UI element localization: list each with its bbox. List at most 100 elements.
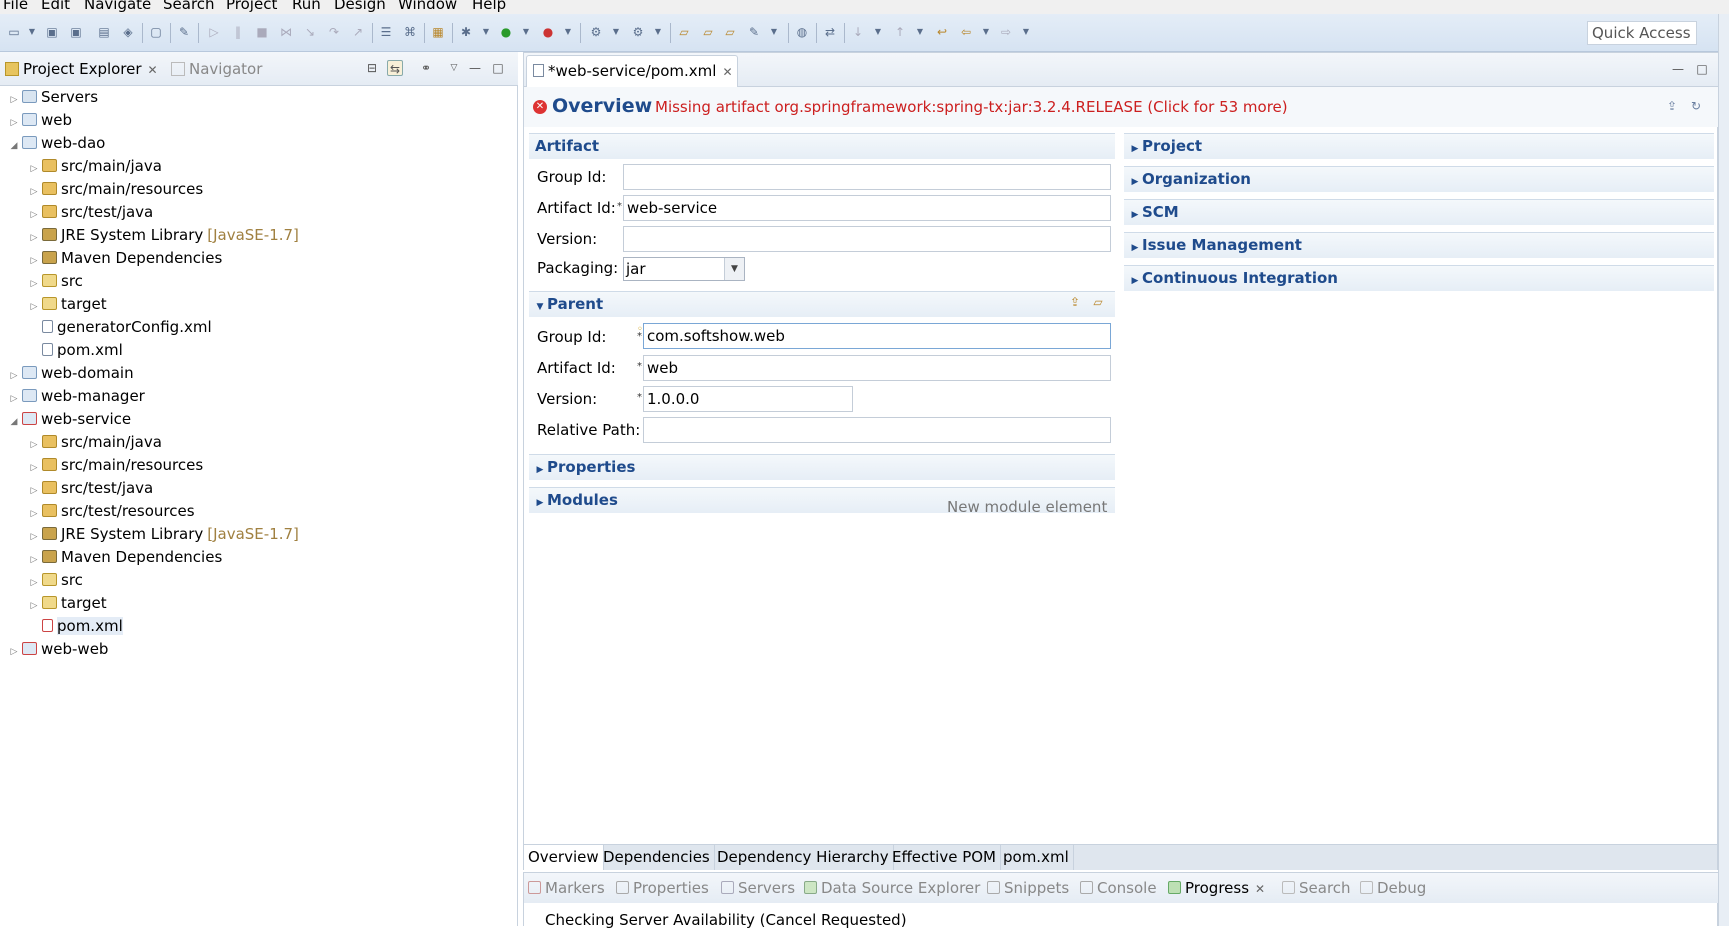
chevron-down-icon[interactable]: ▼ xyxy=(1018,24,1034,40)
skip-breakpoints-icon[interactable]: ✎ xyxy=(176,24,192,40)
chevron-down-icon[interactable]: ▼ xyxy=(518,24,534,40)
issue-management-section-header[interactable]: ▶ Issue Management xyxy=(1124,232,1714,258)
tree-item[interactable]: ▷ src/main/resources xyxy=(28,178,204,201)
tab-servers[interactable]: Servers xyxy=(721,879,795,897)
tree-item[interactable]: ▷ src/test/resources xyxy=(28,500,195,523)
expand-arrow-icon[interactable]: ▶ xyxy=(1128,137,1142,161)
collapse-arrow-icon[interactable]: ◢ xyxy=(8,135,20,158)
tree-item[interactable]: ▷ src/main/resources xyxy=(28,454,204,477)
save-icon[interactable]: ▣ xyxy=(44,24,60,40)
chevron-down-icon[interactable]: ▼ xyxy=(870,24,886,40)
tab-navigator[interactable]: Navigator xyxy=(171,60,262,78)
next-annotation-icon[interactable]: ↓ xyxy=(850,24,866,40)
menu-help[interactable]: Help xyxy=(472,0,506,13)
menu-search[interactable]: Search xyxy=(163,0,215,13)
tab-data-source-explorer[interactable]: Data Source Explorer xyxy=(804,879,980,897)
sync-icon[interactable]: ⇄ xyxy=(822,24,838,40)
last-edit-icon[interactable]: ↩ xyxy=(934,24,950,40)
menu-navigate[interactable]: Navigate xyxy=(84,0,151,13)
back-icon[interactable]: ⇦ xyxy=(958,24,974,40)
open-folder-icon[interactable]: ▱ xyxy=(722,24,738,40)
tree-item[interactable]: ▷ src/test/java xyxy=(28,201,154,224)
console-icon[interactable]: ▢ xyxy=(148,24,164,40)
expand-arrow-icon[interactable]: ▶ xyxy=(1128,236,1142,260)
menu-design[interactable]: Design xyxy=(334,0,386,13)
save-all-icon[interactable]: ▣ xyxy=(68,24,84,40)
chevron-down-icon[interactable]: ▼ xyxy=(766,24,782,40)
menu-edit[interactable]: Edit xyxy=(41,0,70,13)
open-folder-icon[interactable]: ▱ xyxy=(700,24,716,40)
resume-icon[interactable]: ▷ xyxy=(206,24,222,40)
open-folder-icon[interactable]: ▱ xyxy=(676,24,692,40)
chevron-down-icon[interactable]: ▼ xyxy=(608,24,624,40)
tab-snippets[interactable]: Snippets xyxy=(987,879,1069,897)
parent-artifact-id-input[interactable]: web xyxy=(643,355,1111,381)
tree-item[interactable]: ▷ target xyxy=(28,592,107,615)
view-menu-icon[interactable]: ▽ xyxy=(446,60,462,76)
error-message-link[interactable]: Missing artifact org.springframework:spr… xyxy=(655,98,1288,116)
chevron-down-icon[interactable]: ▼ xyxy=(912,24,928,40)
chevron-down-icon[interactable]: ▼ xyxy=(24,24,40,40)
tree-item[interactable]: ▷ web xyxy=(8,109,73,132)
page-tab-dependency-hierarchy[interactable]: Dependency Hierarchy xyxy=(713,845,894,870)
ci-section-header[interactable]: ▶ Continuous Integration xyxy=(1124,265,1714,291)
step-into-icon[interactable]: ↘ xyxy=(302,24,318,40)
refresh-icon[interactable]: ↻ xyxy=(1688,99,1704,115)
menu-window[interactable]: Window xyxy=(398,0,457,13)
quick-access-input[interactable]: Quick Access xyxy=(1587,21,1697,45)
new-class-icon[interactable]: ⚙ xyxy=(630,24,646,40)
maximize-icon[interactable]: □ xyxy=(1694,61,1710,77)
print-icon[interactable]: ▤ xyxy=(96,24,112,40)
menu-run[interactable]: Run xyxy=(292,0,321,13)
tree-item[interactable]: ◢ web-dao xyxy=(8,132,106,158)
link-with-editor-icon[interactable]: ⇆ xyxy=(387,60,403,76)
tree-item[interactable]: ▷ web-manager xyxy=(8,385,145,408)
tree-item[interactable]: ▷ Maven Dependencies xyxy=(28,247,223,270)
mark-occurrences-icon[interactable]: ⌘ xyxy=(402,24,418,40)
chevron-down-icon[interactable]: ▼ xyxy=(978,24,994,40)
filter-icon[interactable]: ⚭ xyxy=(418,60,434,76)
step-over-icon[interactable]: ↷ xyxy=(326,24,342,40)
close-icon[interactable]: ✕ xyxy=(722,65,732,79)
expand-arrow-icon[interactable]: ▷ xyxy=(8,641,20,664)
chevron-down-icon[interactable]: ▼ xyxy=(560,24,576,40)
expand-arrow-icon[interactable]: ▶ xyxy=(533,491,547,515)
close-icon[interactable]: ✕ xyxy=(148,63,158,77)
tree-item[interactable]: ▷ src/main/java xyxy=(28,431,162,454)
debug-icon[interactable]: ✱ xyxy=(458,24,474,40)
tree-item[interactable]: generatorConfig.xml xyxy=(28,316,212,339)
expand-arrow-icon[interactable]: ▶ xyxy=(1128,170,1142,194)
relative-path-input[interactable] xyxy=(643,417,1111,443)
tree-item[interactable]: ◢ web-service xyxy=(8,408,132,431)
open-task-icon[interactable]: ▦ xyxy=(430,24,446,40)
suspend-icon[interactable]: ‖ xyxy=(230,24,246,40)
artifact-artifact-id-input[interactable]: web-service xyxy=(623,195,1111,221)
open-type-icon[interactable]: ◈ xyxy=(120,24,136,40)
project-section-header[interactable]: ▶ Project xyxy=(1124,133,1714,159)
disconnect-icon[interactable]: ⋈ xyxy=(278,24,294,40)
tree-item[interactable]: ▷ src/test/java xyxy=(28,477,154,500)
maximize-icon[interactable]: □ xyxy=(490,60,506,76)
terminate-icon[interactable]: ■ xyxy=(254,24,270,40)
new-icon[interactable]: ▭ xyxy=(6,24,22,40)
minimize-icon[interactable]: — xyxy=(1670,61,1686,77)
tab-debug[interactable]: Debug xyxy=(1360,879,1426,897)
step-return-icon[interactable]: ↗ xyxy=(350,24,366,40)
menu-project[interactable]: Project xyxy=(226,0,277,13)
chevron-down-icon[interactable]: ▼ xyxy=(650,24,666,40)
tab-pom-xml[interactable]: *web-service/pom.xml ✕ xyxy=(526,55,738,87)
select-parent-icon[interactable]: ⇪ xyxy=(1067,295,1083,311)
tab-progress[interactable]: Progress ✕ xyxy=(1168,879,1265,898)
tree-item[interactable]: ▷ JRE System Library [JavaSE-1.7] xyxy=(28,523,299,546)
artifact-version-input[interactable] xyxy=(623,226,1111,252)
external-tools-icon[interactable]: ● xyxy=(540,24,556,40)
scm-section-header[interactable]: ▶ SCM xyxy=(1124,199,1714,225)
tab-search[interactable]: Search xyxy=(1282,879,1351,897)
new-module-link[interactable]: New module element xyxy=(947,498,1107,516)
close-icon[interactable]: ✕ xyxy=(1255,882,1265,896)
parent-pom-icon[interactable]: ⇪ xyxy=(1664,99,1680,115)
tree-item-selected[interactable]: pom.xml xyxy=(28,615,123,638)
tab-markers[interactable]: Markers xyxy=(528,879,605,897)
run-icon[interactable]: ● xyxy=(498,24,514,40)
tree-item[interactable]: ▷ src/main/java xyxy=(28,155,162,178)
